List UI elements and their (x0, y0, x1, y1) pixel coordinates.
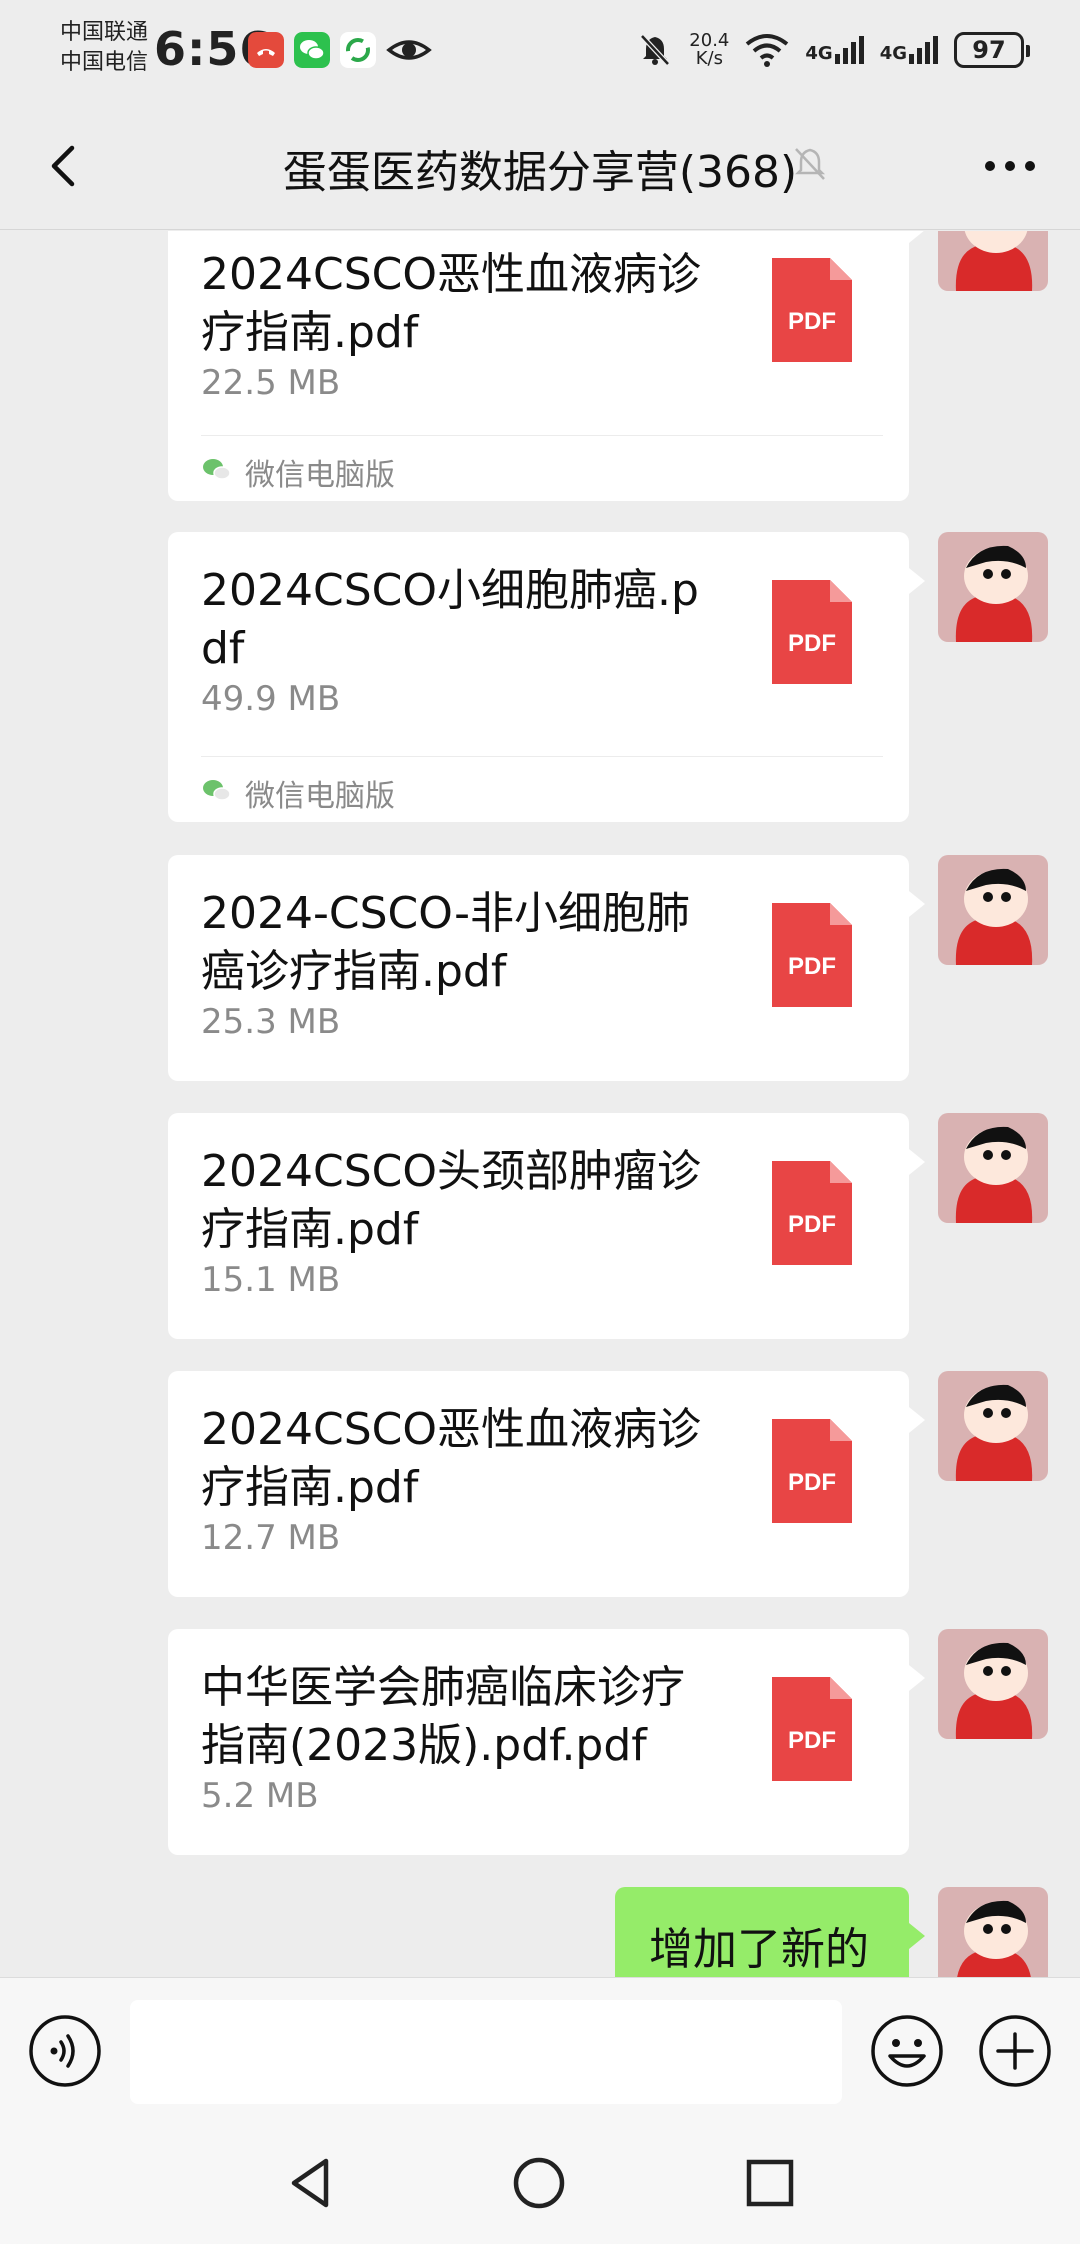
chat-title[interactable]: 蛋蛋医药数据分享营(368) (0, 136, 1080, 200)
wechat-icon (203, 459, 231, 480)
message-text: 增加了新的 (649, 1924, 869, 1975)
file-card[interactable]: 2024CSCO恶性血液病诊疗指南.pdf 12.7 MB PDF (168, 1371, 925, 1597)
nav-home-icon[interactable] (509, 2153, 569, 2213)
message-input[interactable] (130, 2000, 842, 2104)
cell-signal-2: 4G (880, 36, 938, 64)
network-speed: 20.4 K/s (689, 30, 730, 69)
pdf-file-icon: PDF (772, 903, 852, 1007)
avatar[interactable] (938, 231, 1048, 291)
wifi-icon (746, 34, 789, 67)
svg-text:PDF: PDF (788, 1469, 836, 1496)
status-right-group: 20.4 K/s 4G 4G 97 (637, 26, 1030, 74)
chat-header: 蛋蛋医药数据分享营(368) (0, 100, 1080, 230)
wechat-notification-icon (294, 32, 330, 68)
message-input-bar (0, 1977, 1080, 2117)
emoji-icon[interactable] (870, 2014, 944, 2088)
file-card[interactable]: 2024CSCO恶性血液病诊疗指南.pdf 22.5 MB PDF 微信电脑版 (168, 231, 925, 501)
carrier-1: 中国联通 (60, 20, 149, 45)
file-size: 22.5 MB (201, 363, 341, 403)
carrier-info: 中国联通 中国电信 (60, 18, 148, 78)
missed-call-notification-icon (248, 32, 284, 68)
more-icon[interactable] (982, 146, 1038, 186)
text-bubble[interactable]: 增加了新的 (615, 1887, 925, 1977)
chat-message-list[interactable]: 2024CSCO恶性血液病诊疗指南.pdf 22.5 MB PDF 微信电脑版 … (0, 231, 1080, 1977)
avatar[interactable] (938, 1371, 1048, 1481)
file-size: 12.7 MB (201, 1518, 341, 1558)
file-name: 2024CSCO恶性血液病诊疗指南.pdf (201, 1404, 701, 1513)
cell-signal-1: 4G (805, 36, 864, 64)
pdf-file-icon: PDF (772, 1419, 852, 1523)
file-name: 2024CSCO头颈部肿瘤诊疗指南.pdf (201, 1146, 701, 1255)
source-row: 微信电脑版 (201, 756, 883, 822)
pdf-file-icon: PDF (772, 258, 852, 362)
nav-back-icon[interactable] (280, 2153, 340, 2213)
plus-icon[interactable] (978, 2014, 1052, 2088)
pdf-file-icon: PDF (772, 1677, 852, 1781)
svg-text:PDF: PDF (788, 1727, 836, 1754)
eye-icon (386, 40, 432, 60)
avatar[interactable] (938, 1629, 1048, 1739)
avatar[interactable] (938, 1113, 1048, 1223)
file-card[interactable]: 2024-CSCO-非小细胞肺癌诊疗指南.pdf 25.3 MB PDF (168, 855, 925, 1081)
file-size: 5.2 MB (201, 1776, 319, 1816)
pdf-file-icon: PDF (772, 580, 852, 684)
pdf-file-icon: PDF (772, 1161, 852, 1265)
file-name: 2024CSCO恶性血液病诊疗指南.pdf (201, 249, 701, 358)
source-label: 微信电脑版 (245, 779, 395, 814)
source-row: 微信电脑版 (201, 435, 883, 501)
mute-bell-icon (794, 148, 826, 180)
source-label: 微信电脑版 (245, 458, 395, 493)
file-name: 2024CSCO小细胞肺癌.pdf (201, 565, 699, 674)
svg-text:PDF: PDF (788, 953, 836, 980)
muted-bell-icon (640, 34, 671, 66)
file-size: 49.9 MB (201, 679, 341, 719)
svg-text:PDF: PDF (788, 308, 836, 335)
avatar[interactable] (938, 855, 1048, 965)
status-bar: 中国联通 中国电信 6:56 20.4 K/s 4G 4G 97 (0, 0, 1080, 100)
file-card[interactable]: 中华医学会肺癌临床诊疗指南(2023版).pdf.pdf 5.2 MB PDF (168, 1629, 925, 1855)
voice-icon[interactable] (28, 2014, 102, 2088)
nav-recents-icon[interactable] (740, 2153, 800, 2213)
carrier-2: 中国电信 (60, 50, 149, 75)
file-card[interactable]: 2024CSCO头颈部肿瘤诊疗指南.pdf 15.1 MB PDF (168, 1113, 925, 1339)
file-size: 15.1 MB (201, 1260, 341, 1300)
file-name: 中华医学会肺癌临床诊疗指南(2023版).pdf.pdf (201, 1662, 685, 1771)
battery-indicator: 97 (954, 32, 1030, 68)
file-card[interactable]: 2024CSCO小细胞肺癌.pdf 49.9 MB PDF 微信电脑版 (168, 532, 925, 822)
system-navigation-bar (0, 2117, 1080, 2244)
sync-notification-icon (340, 32, 376, 68)
svg-text:PDF: PDF (788, 630, 836, 657)
svg-text:PDF: PDF (788, 1211, 836, 1238)
file-name: 2024-CSCO-非小细胞肺癌诊疗指南.pdf (201, 888, 690, 997)
avatar[interactable] (938, 532, 1048, 642)
avatar[interactable] (938, 1887, 1048, 1977)
file-size: 25.3 MB (201, 1002, 341, 1042)
wechat-icon (203, 780, 231, 801)
